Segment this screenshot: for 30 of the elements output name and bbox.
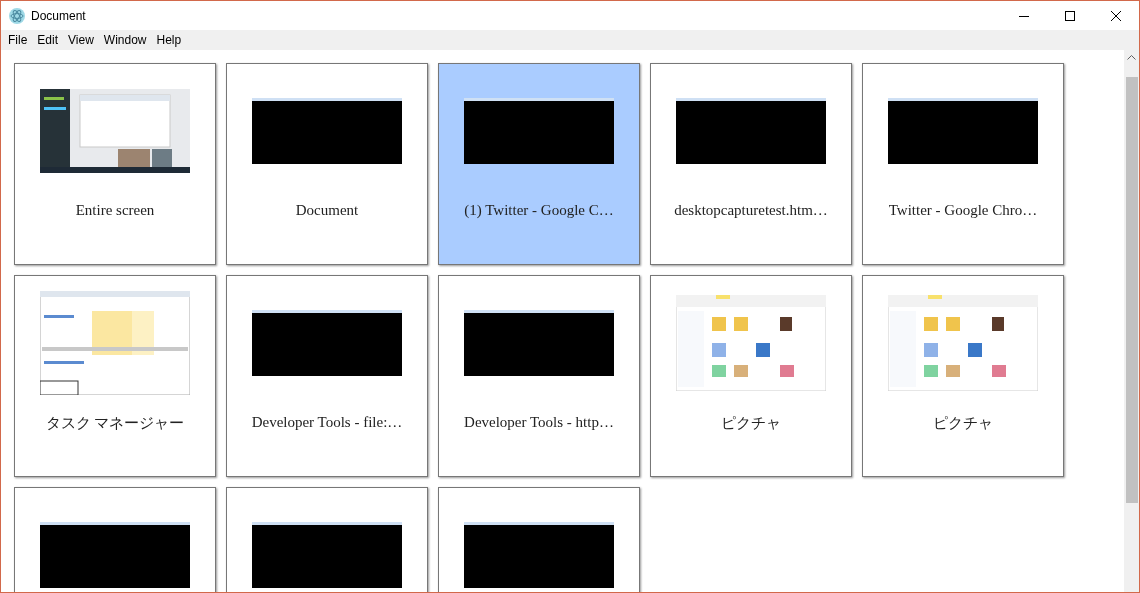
source-card[interactable]: Developer Tools - http… <box>438 275 640 477</box>
source-label: (1) Twitter - Google C… <box>464 202 614 219</box>
menu-item[interactable]: View <box>63 33 99 47</box>
source-card[interactable]: Developer Tools - file:… <box>226 275 428 477</box>
menu-item[interactable]: Window <box>98 33 152 47</box>
source-label: desktopcapturetest.htm… <box>674 202 828 219</box>
source-label: ピクチャ <box>933 414 993 433</box>
source-label: タスク マネージャー <box>45 414 185 433</box>
menu-item[interactable]: Edit <box>32 33 64 47</box>
menu-item[interactable]: File <box>3 33 33 47</box>
source-label: ピクチャ <box>721 414 781 433</box>
source-label: Developer Tools - http… <box>464 414 614 431</box>
source-label: Developer Tools - file:… <box>251 414 403 431</box>
source-card[interactable]: タスク マネージャー <box>14 275 216 477</box>
source-card[interactable]: ピクチャ <box>650 275 852 477</box>
scrollbar[interactable] <box>1124 50 1139 592</box>
source-card[interactable]: desktopcapturetest.htm… <box>650 63 852 265</box>
source-label: Entire screen <box>75 202 155 219</box>
source-card[interactable]: ピクチャ <box>862 275 1064 477</box>
source-card[interactable]: (1) Twitter - Google C… <box>438 63 640 265</box>
source-card[interactable]: Document <box>226 63 428 265</box>
source-card[interactable]: Twitter - Google Chro… <box>862 63 1064 265</box>
atom-icon <box>9 7 25 24</box>
source-label: Twitter - Google Chro… <box>888 202 1038 219</box>
window-title: Document <box>31 8 86 23</box>
close-icon <box>1111 10 1121 21</box>
maximize-icon <box>1065 10 1075 21</box>
menu-item[interactable]: Help <box>151 33 187 47</box>
source-card[interactable]: Entire screen <box>14 63 216 265</box>
source-label: Document <box>295 202 359 219</box>
